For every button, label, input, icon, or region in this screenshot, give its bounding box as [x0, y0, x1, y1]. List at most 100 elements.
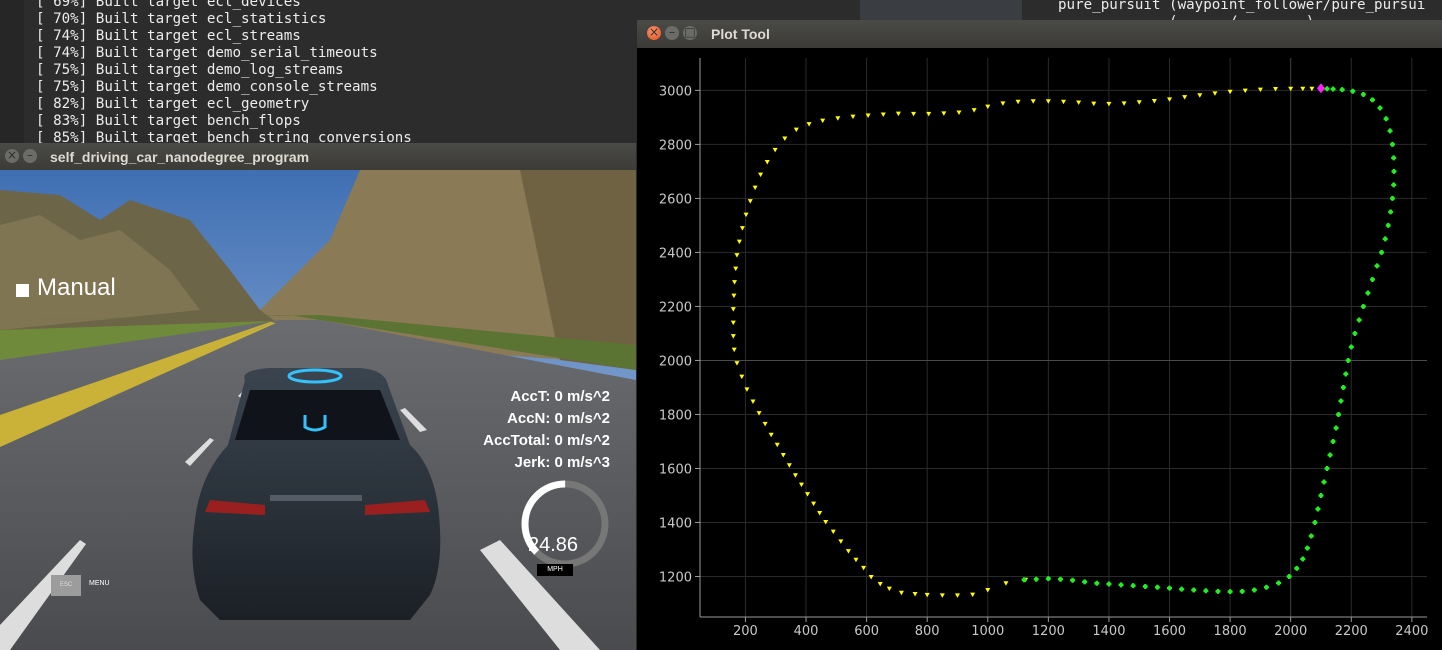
actual-position-marker [1352, 331, 1357, 336]
actual-position-marker [1334, 425, 1339, 430]
actual-position-marker [1365, 290, 1370, 295]
y-tick-label: 2800 [659, 138, 692, 153]
planned-waypoint-marker [956, 110, 962, 116]
close-button[interactable]: × [647, 25, 661, 40]
planned-waypoint-marker [1167, 97, 1173, 102]
planned-waypoint-marker [971, 108, 977, 113]
planned-waypoint-marker [835, 116, 841, 121]
planned-waypoint-marker [1000, 101, 1006, 106]
jerk-readout: Jerk: 0 m/s^3 [514, 454, 611, 471]
actual-position-marker [1328, 452, 1333, 457]
actual-position-marker [1361, 304, 1366, 309]
planned-waypoint-marker [774, 442, 780, 448]
maximize-icon: □ [684, 25, 696, 39]
x-tick-label: 1400 [1092, 624, 1125, 639]
actual-position-marker [1386, 223, 1391, 228]
plot-tool-titlebar[interactable]: × – □ Plot Tool [637, 20, 1442, 48]
actual-position-marker [1325, 86, 1330, 91]
planned-waypoint-marker [1182, 95, 1188, 100]
planned-waypoint-marker [730, 307, 736, 312]
x-tick-label: 1200 [1032, 624, 1065, 639]
planned-waypoint-marker [1003, 581, 1009, 586]
planned-waypoint-marker [1076, 100, 1082, 106]
planned-waypoint-marker [830, 529, 836, 535]
planned-waypoint-marker [772, 147, 778, 153]
acc-n-readout: AccN: 0 m/s^2 [507, 410, 610, 427]
actual-position-marker [1379, 250, 1384, 255]
planned-waypoint-marker [853, 557, 859, 563]
menu-label[interactable]: MENU [89, 580, 110, 587]
manual-mode-checkbox[interactable] [16, 284, 29, 297]
planned-waypoint-marker [1212, 91, 1218, 96]
y-tick-label: 3000 [659, 84, 692, 99]
planned-waypoint-marker [1061, 99, 1066, 105]
actual-position-marker [1082, 579, 1087, 584]
actual-position-marker [1318, 493, 1323, 498]
actual-position-marker [1155, 585, 1160, 590]
planned-waypoint-marker [780, 452, 786, 458]
actual-position-marker [1350, 89, 1355, 94]
actual-position-marker [1388, 128, 1393, 133]
minimize-button[interactable]: – [23, 148, 37, 163]
manual-mode-label: Manual [37, 274, 116, 301]
planned-waypoint-marker [731, 347, 737, 353]
actual-position-marker [1341, 385, 1346, 390]
planned-waypoint-marker [886, 586, 892, 592]
y-tick-label: 1600 [659, 462, 692, 477]
planned-waypoint-marker [734, 253, 740, 258]
planned-waypoint-marker [806, 122, 812, 127]
planned-waypoint-marker [912, 592, 918, 597]
simulator-titlebar[interactable]: × – self_driving_car_nanodegree_program [0, 143, 636, 170]
planned-waypoint-marker [758, 172, 764, 178]
actual-position-marker [1034, 577, 1039, 582]
planned-waypoint-marker [1257, 87, 1263, 93]
planned-waypoint-marker [877, 582, 883, 587]
planned-waypoint-marker [793, 127, 799, 133]
planned-waypoint-marker [985, 104, 991, 110]
planned-waypoint-marker [792, 473, 798, 478]
planned-waypoint-marker [736, 239, 742, 245]
minimize-icon: – [27, 148, 33, 162]
window-title: self_driving_car_nanodegree_program [50, 149, 310, 165]
actual-position-marker [1240, 589, 1245, 594]
maximize-button[interactable]: □ [683, 25, 697, 40]
minimize-button[interactable]: – [665, 25, 679, 40]
planned-waypoint-marker [1015, 99, 1021, 105]
planned-waypoint-marker [743, 212, 749, 218]
actual-position-marker [1370, 97, 1375, 102]
planned-waypoint-marker [733, 266, 739, 272]
actual-position-marker [1287, 574, 1292, 579]
planned-waypoint-marker [895, 111, 901, 117]
planned-waypoint-marker [1030, 99, 1036, 104]
planned-waypoint-marker [970, 592, 976, 598]
x-tick-label: 800 [915, 624, 940, 639]
planned-waypoint-marker [786, 463, 792, 468]
y-tick-label: 1400 [659, 516, 692, 531]
x-tick-label: 2000 [1274, 624, 1307, 639]
planned-waypoint-marker [734, 361, 740, 366]
actual-position-marker [1331, 439, 1336, 444]
actual-position-marker [1361, 92, 1366, 97]
planned-waypoint-marker [1227, 89, 1233, 95]
planned-waypoint-marker [898, 590, 904, 596]
game-view[interactable]: Manual AccT: 0 m/s^2 AccN: 0 m/s^2 AccTo… [0, 170, 636, 650]
actual-position-marker [1203, 588, 1208, 593]
actual-position-marker [1378, 105, 1383, 110]
actual-position-marker [1336, 412, 1341, 417]
plot-area[interactable]: 200 400 600 800 1000 1200 1400 1600 1800 2000 2200… [637, 48, 1442, 650]
x-tick-label: 1000 [971, 624, 1004, 639]
current-position-marker [1316, 83, 1325, 94]
actual-position-marker [1343, 371, 1348, 376]
actual-position-marker [1228, 589, 1233, 594]
esc-button[interactable]: ESC [51, 575, 81, 596]
planned-waypoint-marker [764, 159, 770, 165]
actual-position-marker [1179, 587, 1184, 592]
planned-waypoint-marker [1197, 93, 1203, 98]
planned-waypoint-marker [762, 421, 768, 427]
y-tick-label: 2600 [659, 192, 692, 207]
close-button[interactable]: × [5, 148, 19, 163]
y-tick-label: 2000 [659, 354, 692, 369]
y-tick-label: 1200 [659, 570, 692, 585]
planned-waypoint-marker [820, 118, 826, 124]
planned-waypoint-marker [798, 482, 804, 488]
